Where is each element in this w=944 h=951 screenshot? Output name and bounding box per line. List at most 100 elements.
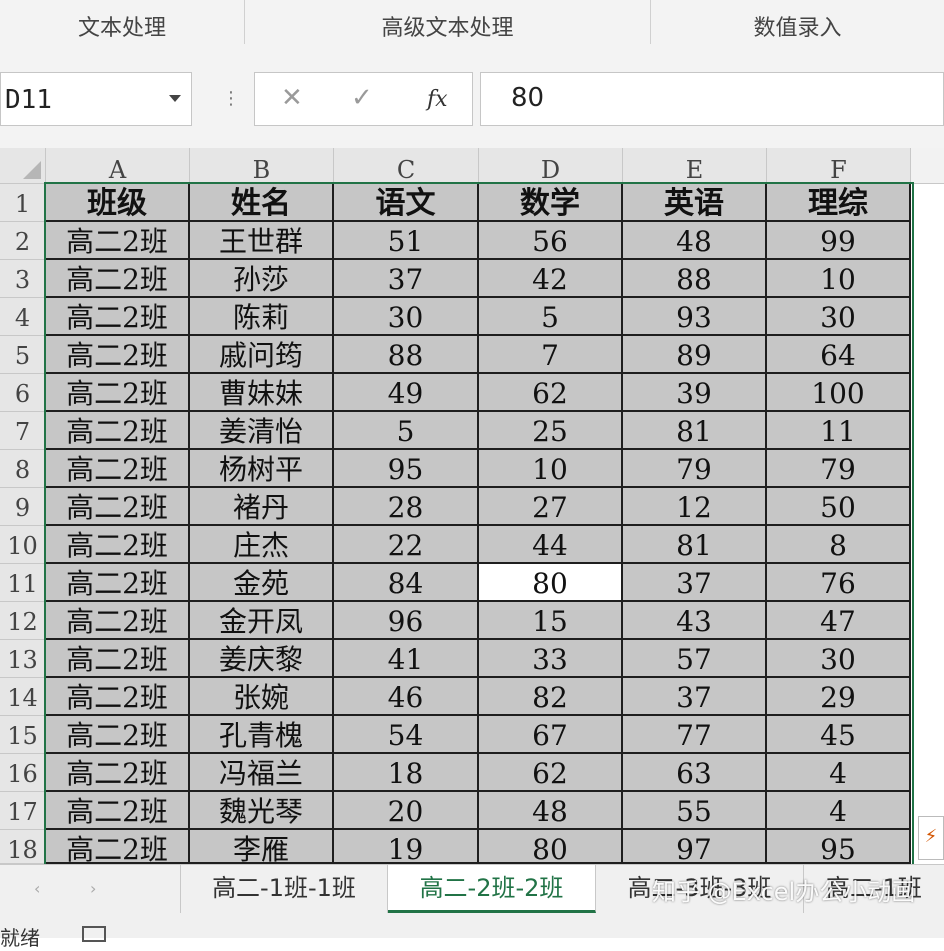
chevron-down-icon[interactable]	[169, 95, 181, 102]
table-cell[interactable]: 33	[479, 640, 623, 678]
table-cell[interactable]: 47	[767, 602, 911, 640]
table-cell[interactable]: 高二2班	[46, 830, 190, 864]
header-cell[interactable]: 班级	[46, 184, 190, 222]
table-cell[interactable]: 30	[334, 298, 479, 336]
row-header-4[interactable]: 4	[0, 298, 46, 336]
table-cell[interactable]: 49	[334, 374, 479, 412]
table-cell[interactable]: 18	[334, 754, 479, 792]
table-cell[interactable]: 39	[623, 374, 767, 412]
row-header-1[interactable]: 1	[0, 184, 46, 222]
table-cell[interactable]: 10	[479, 450, 623, 488]
table-cell[interactable]: 93	[623, 298, 767, 336]
tab-sheet-2[interactable]: 高二-2班-2班	[388, 865, 596, 913]
row-header-17[interactable]: 17	[0, 792, 46, 830]
row-header-12[interactable]: 12	[0, 602, 46, 640]
table-cell[interactable]: 48	[479, 792, 623, 830]
table-cell[interactable]: 63	[623, 754, 767, 792]
table-cell[interactable]: 76	[767, 564, 911, 602]
table-cell[interactable]: 96	[334, 602, 479, 640]
header-cell[interactable]: 数学	[479, 184, 623, 222]
table-cell[interactable]: 8	[767, 526, 911, 564]
row-header-10[interactable]: 10	[0, 526, 46, 564]
name-box[interactable]: D11	[0, 72, 192, 126]
row-header-9[interactable]: 9	[0, 488, 46, 526]
table-cell[interactable]: 88	[334, 336, 479, 374]
table-cell[interactable]: 金苑	[190, 564, 334, 602]
table-cell[interactable]: 67	[479, 716, 623, 754]
table-cell[interactable]: 30	[767, 640, 911, 678]
ribbon-group-number-entry[interactable]: 数值录入	[651, 0, 944, 52]
table-cell[interactable]: 80	[479, 564, 623, 602]
ribbon-group-advanced-text[interactable]: 高级文本处理	[245, 0, 650, 52]
table-cell[interactable]: 44	[479, 526, 623, 564]
column-header-d[interactable]: D	[479, 148, 623, 184]
table-cell[interactable]: 高二2班	[46, 678, 190, 716]
table-cell[interactable]: 43	[623, 602, 767, 640]
table-cell[interactable]: 81	[623, 412, 767, 450]
column-header-c[interactable]: C	[334, 148, 479, 184]
table-cell[interactable]: 高二2班	[46, 488, 190, 526]
tab-scroll-left-icon[interactable]: ‹	[34, 879, 40, 898]
table-cell[interactable]: 12	[623, 488, 767, 526]
table-cell[interactable]: 89	[623, 336, 767, 374]
table-cell[interactable]: 庄杰	[190, 526, 334, 564]
table-cell[interactable]: 7	[479, 336, 623, 374]
table-cell[interactable]: 80	[479, 830, 623, 864]
table-cell[interactable]: 54	[334, 716, 479, 754]
header-cell[interactable]: 语文	[334, 184, 479, 222]
table-cell[interactable]: 25	[479, 412, 623, 450]
table-cell[interactable]: 77	[623, 716, 767, 754]
table-cell[interactable]: 高二2班	[46, 716, 190, 754]
table-cell[interactable]: 金开凤	[190, 602, 334, 640]
ribbon-group-text-processing[interactable]: 文本处理	[0, 0, 244, 52]
table-cell[interactable]: 魏光琴	[190, 792, 334, 830]
table-cell[interactable]: 高二2班	[46, 640, 190, 678]
table-cell[interactable]: 孔青槐	[190, 716, 334, 754]
table-cell[interactable]: 15	[479, 602, 623, 640]
quick-analysis-icon[interactable]: ⚡	[918, 816, 944, 860]
table-cell[interactable]: 孙莎	[190, 260, 334, 298]
table-cell[interactable]: 高二2班	[46, 374, 190, 412]
row-header-11[interactable]: 11	[0, 564, 46, 602]
table-cell[interactable]: 姜庆黎	[190, 640, 334, 678]
table-cell[interactable]: 高二2班	[46, 222, 190, 260]
table-cell[interactable]: 28	[334, 488, 479, 526]
table-cell[interactable]: 冯福兰	[190, 754, 334, 792]
table-cell[interactable]: 高二2班	[46, 450, 190, 488]
table-cell[interactable]: 19	[334, 830, 479, 864]
table-cell[interactable]: 50	[767, 488, 911, 526]
table-cell[interactable]: 姜清怡	[190, 412, 334, 450]
table-cell[interactable]: 51	[334, 222, 479, 260]
column-header-a[interactable]: A	[46, 148, 190, 184]
table-cell[interactable]: 李雁	[190, 830, 334, 864]
row-header-2[interactable]: 2	[0, 222, 46, 260]
header-cell[interactable]: 英语	[623, 184, 767, 222]
row-header-16[interactable]: 16	[0, 754, 46, 792]
column-header-e[interactable]: E	[623, 148, 767, 184]
table-cell[interactable]: 陈莉	[190, 298, 334, 336]
table-cell[interactable]: 62	[479, 754, 623, 792]
select-all-corner[interactable]	[0, 148, 46, 184]
table-cell[interactable]: 37	[623, 678, 767, 716]
table-cell[interactable]: 100	[767, 374, 911, 412]
table-cell[interactable]: 48	[623, 222, 767, 260]
table-cell[interactable]: 张婉	[190, 678, 334, 716]
table-cell[interactable]: 99	[767, 222, 911, 260]
table-cell[interactable]: 46	[334, 678, 479, 716]
table-cell[interactable]: 高二2班	[46, 336, 190, 374]
header-cell[interactable]: 姓名	[190, 184, 334, 222]
cancel-icon[interactable]: ✕	[281, 83, 303, 113]
insert-function-icon[interactable]: fx	[427, 87, 448, 112]
table-cell[interactable]: 95	[334, 450, 479, 488]
table-cell[interactable]: 杨树平	[190, 450, 334, 488]
table-cell[interactable]: 37	[623, 564, 767, 602]
table-cell[interactable]: 82	[479, 678, 623, 716]
row-header-6[interactable]: 6	[0, 374, 46, 412]
row-header-8[interactable]: 8	[0, 450, 46, 488]
table-cell[interactable]: 10	[767, 260, 911, 298]
table-cell[interactable]: 褚丹	[190, 488, 334, 526]
formula-input[interactable]: 80	[480, 72, 944, 126]
table-cell[interactable]: 4	[767, 792, 911, 830]
table-cell[interactable]: 30	[767, 298, 911, 336]
row-header-5[interactable]: 5	[0, 336, 46, 374]
